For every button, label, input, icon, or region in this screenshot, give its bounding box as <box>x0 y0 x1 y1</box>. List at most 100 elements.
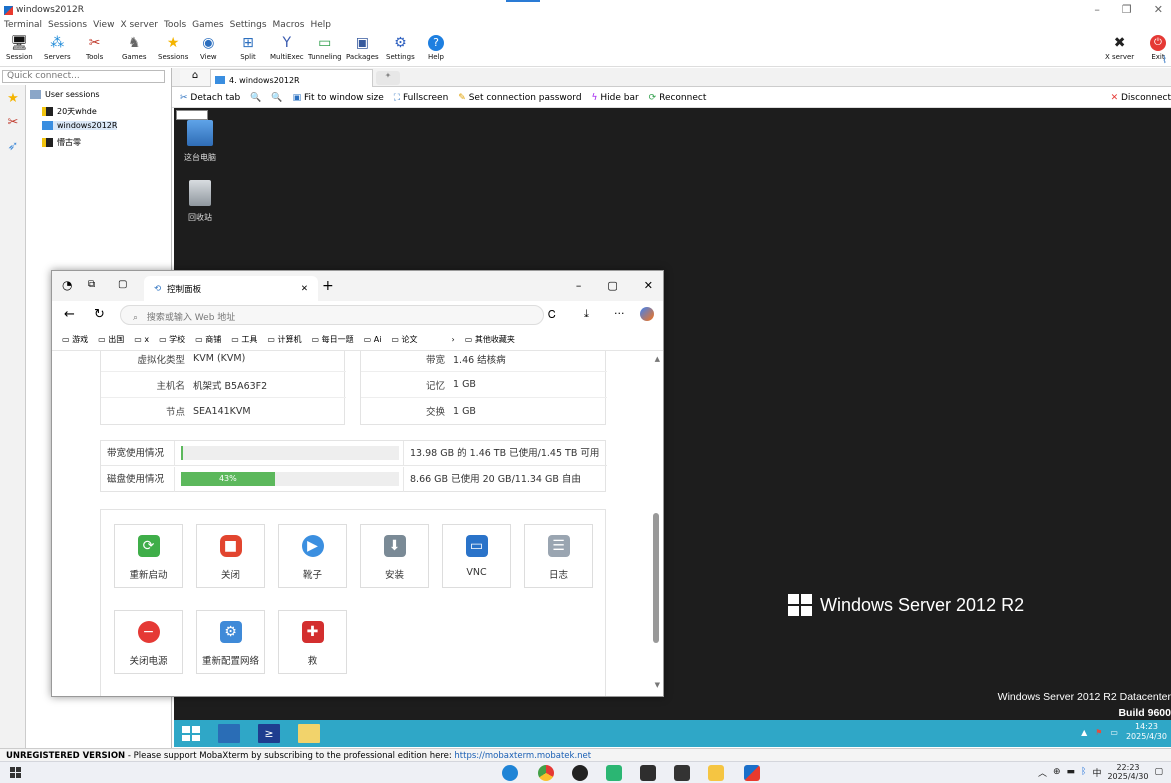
close-icon[interactable]: ✕ <box>1154 3 1163 16</box>
menu-sessions[interactable]: Sessions <box>48 20 87 33</box>
host-clock[interactable]: 22:23 2025/4/30 <box>1107 763 1148 781</box>
refresh-icon[interactable]: ↻ <box>94 307 105 322</box>
packages-button[interactable]: ▣ Packages <box>346 35 379 61</box>
recycle-bin-desktop-icon[interactable]: 回收站 <box>180 180 220 223</box>
session-button[interactable]: 🖥 Session <box>6 35 33 61</box>
power-off-button[interactable]: − 关闭电源 <box>114 610 183 674</box>
home-tab-icon[interactable]: ⌂ <box>180 70 210 86</box>
split-button[interactable]: ⊞ Split <box>240 35 256 61</box>
tab-control-panel[interactable]: ⟲ 控制面板 ✕ <box>144 276 318 301</box>
more-icon[interactable]: ··· <box>614 307 625 320</box>
favorite-folder[interactable]: ▭ 出国 <box>98 334 124 345</box>
server-manager-icon[interactable] <box>218 724 240 743</box>
favorite-folder[interactable]: ▭ 每日一题 <box>312 334 354 345</box>
tray-chevron-icon[interactable]: ︿ <box>1038 766 1047 779</box>
games-button[interactable]: ♞ Games <box>122 35 147 61</box>
scroll-down-icon[interactable]: ▼ <box>655 681 660 689</box>
detach-tab-button[interactable]: ✂ Detach tab <box>180 93 240 103</box>
menu-view[interactable]: View <box>93 20 114 33</box>
tree-item-selected[interactable]: windows2012R <box>42 121 118 130</box>
quick-connect-input[interactable]: Quick connect... <box>2 70 165 83</box>
tools-button[interactable]: ✂ Tools <box>86 35 103 61</box>
start-icon[interactable] <box>10 767 21 778</box>
multiexec-button[interactable]: Y MultiExec <box>270 35 304 61</box>
notification-icon[interactable]: ▢ <box>1154 767 1163 777</box>
mobatek-link[interactable]: https://mobaxterm.mobatek.net <box>454 751 591 761</box>
tab-actions-icon[interactable]: ▢ <box>118 279 127 290</box>
help-button[interactable]: ? Help <box>428 35 444 61</box>
remote-start-icon[interactable] <box>180 724 202 743</box>
qq-icon[interactable] <box>572 765 588 781</box>
tools-sidebar-icon[interactable]: ✂ <box>5 115 21 131</box>
menu-macros[interactable]: Macros <box>273 20 305 33</box>
wechat-icon[interactable] <box>606 765 622 781</box>
tunneling-button[interactable]: ▭ Tunneling <box>308 35 342 61</box>
ime-indicator[interactable]: 中 <box>1092 766 1101 779</box>
tree-root[interactable]: User sessions <box>30 90 100 99</box>
read-aloud-icon[interactable]: Ꮯ <box>548 308 556 322</box>
network-tray-icon[interactable]: ⚑ <box>1095 728 1102 737</box>
back-icon[interactable]: ← <box>64 307 75 322</box>
battery-icon[interactable]: ▬ <box>1067 767 1076 777</box>
favorites-more-icon[interactable]: › <box>452 335 455 344</box>
bluetooth-icon[interactable]: ᛒ <box>1081 767 1086 777</box>
menu-games[interactable]: Games <box>192 20 223 33</box>
rescue-button[interactable]: ✚ 救 <box>278 610 347 674</box>
explorer-icon[interactable] <box>298 724 320 743</box>
globe-icon[interactable]: ⊕ <box>1053 767 1061 777</box>
favorite-folder[interactable]: ▭ 游戏 <box>62 334 88 345</box>
other-favorites[interactable]: ▭ 其他收藏夹 <box>465 334 515 345</box>
favorite-folder[interactable]: ▭ Ai <box>364 335 382 344</box>
menu-xserver[interactable]: X server <box>120 20 158 33</box>
tab-windows2012r[interactable]: 4. windows2012R <box>210 69 373 87</box>
fit-window-button[interactable]: ▣ Fit to window size <box>293 93 384 103</box>
menu-help[interactable]: Help <box>310 20 331 33</box>
sessions-star-icon[interactable]: ★ <box>5 91 21 107</box>
favorite-folder[interactable]: ▭ x <box>134 335 149 344</box>
app-taskbar-icon[interactable] <box>744 765 760 781</box>
hide-bar-button[interactable]: ϟ Hide bar <box>592 93 639 103</box>
copilot-icon[interactable] <box>640 307 654 321</box>
disconnect-button[interactable]: ✕ Disconnect <box>1111 88 1171 108</box>
profile-icon[interactable]: ◔ <box>62 278 72 292</box>
edge-icon[interactable] <box>502 765 518 781</box>
xserver-button[interactable]: ✖ X server <box>1105 35 1134 61</box>
close-tab-icon[interactable]: ✕ <box>301 284 308 294</box>
vnc-button[interactable]: ▭ VNC <box>442 524 511 588</box>
powershell-icon[interactable]: ≥ <box>258 724 280 743</box>
menu-terminal[interactable]: Terminal <box>4 20 42 33</box>
restart-button[interactable]: ⟳ 重新启动 <box>114 524 183 588</box>
zoom-in-icon[interactable]: 🔍 <box>250 93 261 103</box>
file-explorer-icon[interactable] <box>708 765 724 781</box>
new-tab-icon[interactable]: + <box>322 278 334 294</box>
minimize-icon[interactable]: – <box>1094 3 1100 16</box>
this-pc-desktop-icon[interactable]: 这台电脑 <box>180 120 220 163</box>
macros-sidebar-icon[interactable]: ➶ <box>5 139 21 155</box>
minimize-icon[interactable]: – <box>576 279 582 292</box>
tree-item[interactable]: 懵古零 <box>42 137 81 148</box>
favorite-folder[interactable]: ▭ 学校 <box>159 334 185 345</box>
favorite-folder[interactable]: ▭ 商铺 <box>195 334 221 345</box>
menu-settings[interactable]: Settings <box>230 20 267 33</box>
scrollbar-thumb[interactable] <box>653 513 659 643</box>
restore-icon[interactable]: ❐ <box>1122 3 1132 16</box>
tray-up-icon[interactable]: ▲ <box>1081 728 1087 737</box>
favorite-folder[interactable]: ▭ 计算机 <box>267 334 301 345</box>
close-icon[interactable]: ✕ <box>644 279 653 292</box>
log-button[interactable]: ☰ 日志 <box>524 524 593 588</box>
fullscreen-button[interactable]: ⛶ Fullscreen <box>394 93 449 103</box>
tree-item[interactable]: 20天whde <box>42 106 97 117</box>
reconfigure-network-button[interactable]: ⚙ 重新配置网络 <box>196 610 265 674</box>
install-button[interactable]: ⬇ 安装 <box>360 524 429 588</box>
workspaces-icon[interactable]: ⧉ <box>88 279 95 290</box>
chrome-icon[interactable] <box>538 765 554 781</box>
menu-tools[interactable]: Tools <box>164 20 186 33</box>
settings-button[interactable]: ⚙ Settings <box>386 35 415 61</box>
set-password-button[interactable]: ✎ Set connection password <box>458 93 581 103</box>
terminal-taskbar-icon[interactable] <box>674 765 690 781</box>
maximize-icon[interactable]: ▢ <box>607 279 617 292</box>
remote-clock[interactable]: 14:23 2025/4/30 <box>1126 722 1167 742</box>
favorite-folder[interactable]: ▭ 论文 <box>391 334 417 345</box>
favorite-folder[interactable]: ▭ 工具 <box>231 334 257 345</box>
address-bar[interactable]: ⌕ 搜索或输入 Web 地址 <box>120 305 544 325</box>
